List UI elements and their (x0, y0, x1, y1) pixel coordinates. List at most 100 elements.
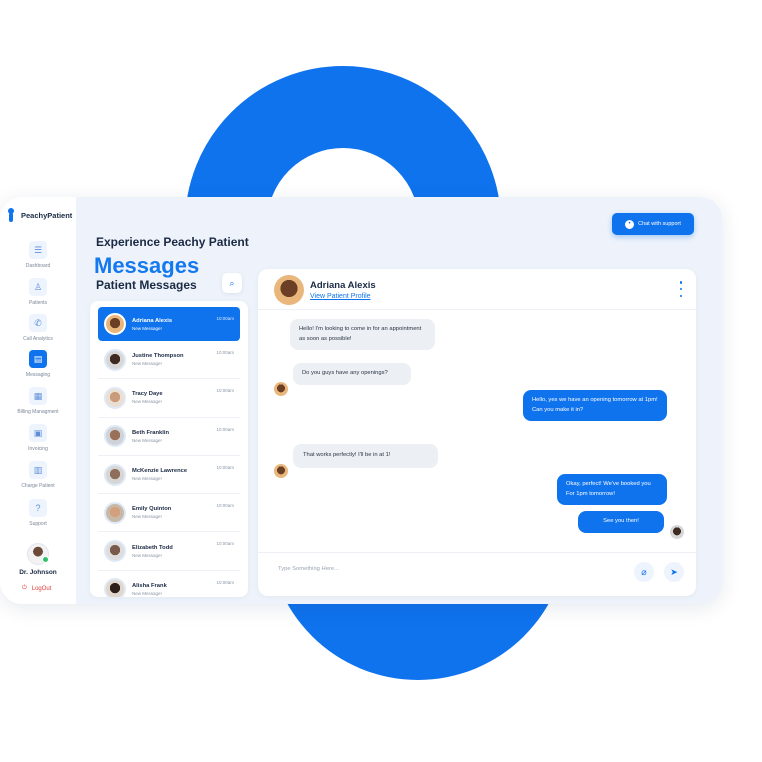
avatar (670, 525, 684, 539)
avatar (27, 543, 49, 565)
list-item-subtitle: New Message! (132, 590, 162, 596)
sidebar-item-billing[interactable]: ▦ Billing Managment (0, 387, 76, 415)
message-bubble-incoming: That works perfectly! I'll be in at 1! (293, 444, 438, 468)
sidebar-item-label: Support (29, 521, 47, 527)
list-item-time: 10:00am (216, 350, 234, 355)
avatar (104, 578, 126, 597)
list-item[interactable]: Alisha Frank New Message! 10:00am (98, 571, 240, 597)
list-item-time: 10:00am (216, 388, 234, 394)
sidebar-item-call-analytics[interactable]: ✆ Call Analytics (0, 314, 76, 342)
contact-name: Adriana Alexis (310, 280, 376, 291)
user-icon: ♙ (29, 278, 47, 296)
list-item-name: Justine Thompson (132, 353, 184, 360)
brand-title: Experience Peachy Patient (96, 235, 249, 249)
list-item[interactable]: Emily Quinton New Message! 10:00am (98, 494, 240, 533)
list-item-subtitle: New Message! (132, 437, 162, 443)
app-window: PeachyPatient ☰ Dashboard ♙ Patients ✆ C… (0, 197, 722, 604)
logo-icon (8, 208, 18, 222)
invoice-icon: ▣ (29, 424, 47, 442)
list-item[interactable]: Adriana Alexis New Message! 10:00am (98, 307, 240, 341)
list-item-time: 10:00am (216, 464, 234, 470)
message-bubble-incoming: Do you guys have any openings? (293, 363, 411, 385)
main-content: Experience Peachy Patient • Chat with su… (76, 197, 722, 604)
list-item-subtitle: New Message! (132, 552, 162, 558)
charge-icon: ▥ (29, 461, 47, 479)
list-item-time: 10:00am (216, 316, 234, 321)
list-item-subtitle: New Message! (132, 361, 162, 367)
sidebar-item-label: Dashboard (25, 263, 51, 269)
logout-label: LogOut (31, 585, 52, 592)
avatar (104, 348, 126, 371)
help-icon: ? (29, 499, 47, 517)
list-item-name: Emily Quinton (132, 506, 172, 513)
avatar (104, 501, 126, 524)
grid-icon: ☰ (29, 241, 47, 259)
avatar (104, 463, 126, 486)
list-item-name: Elizabeth Todd (132, 544, 173, 551)
list-item-time: 10:00am (216, 426, 234, 432)
message-bubble-outgoing: Okay, perfect! We've booked you For 1pm … (557, 474, 667, 505)
sidebar-item-dashboard[interactable]: ☰ Dashboard (0, 241, 76, 269)
chat-header: Adriana Alexis View Patient Profile (258, 269, 696, 310)
list-item-name: Alisha Frank (132, 582, 167, 589)
search-icon: ⌕ (229, 277, 235, 288)
list-item[interactable]: Tracy Daye New Message! 10:00am (98, 379, 240, 418)
list-item-subtitle: New Message! (132, 514, 162, 520)
list-item[interactable]: Beth Franklin New Message! 10:00am (98, 418, 240, 456)
logo[interactable]: PeachyPatient (8, 208, 72, 222)
message-bubble-incoming: Hello! I'm looking to come in for an app… (290, 319, 435, 350)
view-profile-link[interactable]: View Patient Profile (310, 293, 371, 300)
sidebar-item-patients[interactable]: ♙ Patients (0, 278, 76, 306)
page-title: Messages (94, 253, 200, 278)
list-item[interactable]: McKenzie Lawrence New Message! 10:00am (98, 456, 240, 495)
list-item-name: Adriana Alexis (132, 317, 173, 324)
chat-icon: • (625, 219, 635, 229)
send-icon: ➤ (670, 566, 678, 577)
sidebar-item-label: Messaging (25, 372, 51, 378)
user-name: Dr. Johnson (19, 569, 57, 576)
sidebar-item-messaging[interactable]: ▤ Messaging (0, 350, 76, 378)
attach-button[interactable]: ⌀ (634, 562, 654, 582)
list-item-subtitle: New Message! (132, 399, 162, 405)
message-bubble-outgoing: Hello, yes we have an opening tomorrow a… (523, 390, 667, 421)
list-item-time: 10:00am (216, 541, 234, 547)
list-item[interactable]: Justine Thompson New Message! 10:00am (98, 341, 240, 380)
sidebar-item-label: Patients (28, 300, 48, 306)
list-item-name: McKenzie Lawrence (132, 468, 188, 475)
patient-message-list: Adriana Alexis New Message! 10:00am Just… (90, 301, 248, 597)
avatar (274, 382, 288, 396)
avatar (104, 386, 126, 409)
sidebar-item-invoicing[interactable]: ▣ Invoicing (0, 424, 76, 452)
message-bubble-outgoing: See you then! (578, 511, 664, 533)
list-item[interactable]: Elizabeth Todd New Message! 10:00am (98, 532, 240, 571)
avatar (104, 540, 126, 563)
sidebar-item-label: Billing Managment (17, 409, 59, 415)
sidebar-item-support[interactable]: ? Support (0, 499, 76, 527)
more-options-icon[interactable] (678, 281, 684, 297)
message-input[interactable]: Type Something Here... (278, 566, 339, 572)
chat-panel: Adriana Alexis View Patient Profile Hell… (258, 269, 696, 596)
avatar (104, 425, 126, 448)
list-item-time: 10:00am (216, 579, 234, 585)
sidebar-item-charge-patient[interactable]: ▥ Charge Patient (0, 461, 76, 489)
logout-button[interactable]: ⏻ LogOut (22, 585, 51, 592)
avatar (274, 275, 304, 305)
section-title: Patient Messages (96, 278, 197, 292)
list-item-name: Tracy Daye (132, 391, 163, 398)
message-icon: ▤ (29, 350, 47, 368)
avatar (274, 464, 288, 478)
list-item-time: 10:00am (216, 503, 234, 509)
stage: PeachyPatient ☰ Dashboard ♙ Patients ✆ C… (0, 0, 762, 762)
send-button[interactable]: ➤ (664, 562, 684, 582)
sidebar: PeachyPatient ☰ Dashboard ♙ Patients ✆ C… (0, 197, 76, 604)
search-button[interactable]: ⌕ (222, 273, 242, 293)
chat-with-support-button[interactable]: • Chat with support (612, 213, 694, 235)
sidebar-item-label: Invoicing (28, 446, 48, 452)
bill-icon: ▦ (29, 387, 47, 405)
sidebar-item-label: Charge Patient (21, 483, 55, 489)
user-profile[interactable]: Dr. Johnson (0, 543, 76, 576)
avatar (104, 313, 126, 335)
power-icon: ⏻ (22, 585, 27, 591)
logo-text: PeachyPatient (21, 210, 73, 220)
list-item-subtitle: New Message! (132, 476, 162, 482)
